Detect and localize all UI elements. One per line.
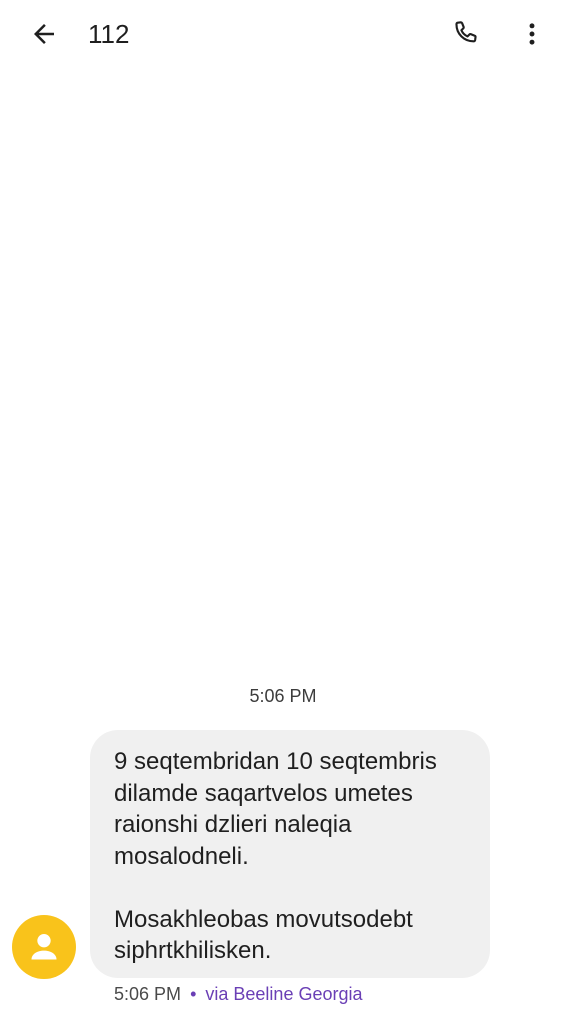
phone-icon <box>455 21 477 43</box>
person-icon <box>31 934 57 960</box>
call-button[interactable] <box>445 14 485 54</box>
more-vert-icon <box>529 23 535 45</box>
messages-screen: 112 5:06 PM 9 seqtembridan 10 seqtembris… <box>0 0 566 1024</box>
carrier-label: via Beeline Georgia <box>205 984 363 1004</box>
back-button[interactable] <box>24 14 64 54</box>
more-options-button[interactable] <box>512 14 552 54</box>
arrow-left-icon <box>34 24 54 44</box>
top-app-bar: 112 <box>0 0 566 72</box>
message-time: 5:06 PM <box>114 984 182 1004</box>
conversation-title: 112 <box>88 19 130 49</box>
meta-separator: • <box>190 984 197 1004</box>
message-meta: 5:06 PM • via Beeline Georgia <box>114 984 363 1005</box>
message-bubble[interactable]: 9 seqtembridan 10 seqtembris dilamde saq… <box>90 730 490 978</box>
message-text: 9 seqtembridan 10 seqtembris dilamde saq… <box>114 748 437 964</box>
avatar[interactable] <box>12 915 76 979</box>
message-date-timestamp: 5:06 PM <box>249 686 317 706</box>
